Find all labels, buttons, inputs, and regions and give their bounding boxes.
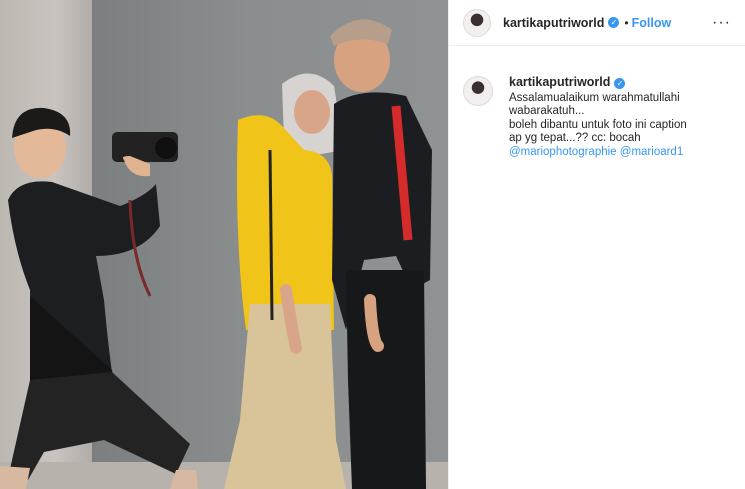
separator-dot: • [624,15,629,30]
caption-mentions: @mariophotographie @marioard1 [509,146,731,160]
post-photo[interactable] [0,0,448,489]
avatar[interactable] [463,8,491,37]
header-username[interactable]: kartikaputriworld [503,16,604,30]
caption-username[interactable]: kartikaputriworld [509,75,610,90]
mention-link[interactable]: @mariophotographie [509,146,617,158]
photographer-figure [0,107,198,489]
more-options-icon[interactable]: ··· [712,14,731,31]
caption-line: ap yg tepat...?? cc: bocah [509,132,641,144]
caption-text: kartikaputriworld ✓ Assalamualaikum warah… [509,75,731,160]
man-figure [330,19,432,489]
caption-line: boleh dibantu untuk foto ini caption [509,118,687,131]
mention-link[interactable]: @marioard1 [620,146,683,158]
post-sidebar: kartikaputriworld ✓ • Follow ··· kartika… [448,0,745,489]
caption-avatar[interactable] [463,76,493,106]
follow-button[interactable]: Follow [632,16,672,30]
caption-line: wabarakatuh... [509,105,585,117]
woman-figure [224,73,346,489]
verified-badge-icon: ✓ [608,17,620,28]
caption-comment: kartikaputriworld ✓ Assalamualaikum warah… [449,46,745,159]
verified-badge-icon: ✓ [614,78,626,89]
caption-line: Assalamualaikum warahmatullahi [509,91,680,104]
post-header: kartikaputriworld ✓ • Follow ··· [449,0,745,46]
photo-scene [0,19,432,489]
